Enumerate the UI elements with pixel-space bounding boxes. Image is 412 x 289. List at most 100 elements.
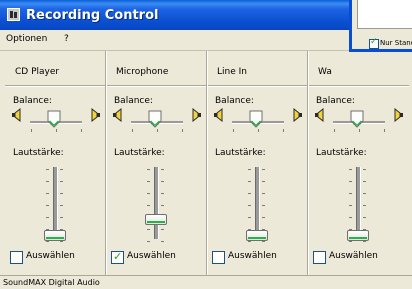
checkmark-icon: ✓	[113, 250, 123, 263]
channel-strip: Microphone Balance: Lautstärke: ✓ Auswählen	[106, 51, 207, 275]
channel-header: CD Player	[5, 51, 106, 86]
volume-label: Lautstärke:	[316, 148, 367, 158]
overlapping-dialog: ✓ Nur Standa	[349, 0, 412, 52]
mixer-icon	[7, 8, 20, 21]
volume-tick	[349, 193, 352, 194]
volume-slider-track[interactable]	[255, 167, 260, 239]
volume-tick	[248, 169, 251, 170]
balance-tick	[233, 129, 234, 132]
channel-strip: Wa Balance: Lautstärke: Auswählen	[308, 51, 409, 275]
balance-label: Balance:	[13, 96, 52, 106]
speaker-left-icon	[11, 107, 25, 123]
window-title: Recording Control	[26, 8, 159, 23]
channel-strip: Line In Balance: Lautstärke: Auswählen	[207, 51, 308, 275]
balance-tick	[258, 129, 259, 132]
volume-label: Lautstärke:	[215, 148, 266, 158]
volume-tick	[161, 193, 164, 194]
balance-tick	[157, 129, 158, 132]
volume-tick	[349, 241, 352, 242]
volume-slider-thumb[interactable]	[347, 230, 369, 241]
select-checkbox[interactable]	[10, 251, 23, 264]
volume-tick	[349, 181, 352, 182]
menu-help[interactable]: ?	[64, 34, 69, 44]
volume-slider-track[interactable]	[356, 167, 361, 239]
volume-label: Lautstärke:	[114, 148, 165, 158]
volume-tick	[46, 169, 49, 170]
volume-tick	[262, 169, 265, 170]
default-only-label: Nur Standa	[380, 39, 412, 47]
volume-tick	[46, 193, 49, 194]
volume-tick	[248, 241, 251, 242]
select-checkbox[interactable]	[212, 251, 225, 264]
volume-tick	[363, 241, 366, 242]
speaker-left-icon	[213, 107, 227, 123]
volume-tick	[46, 181, 49, 182]
volume-tick	[161, 181, 164, 182]
volume-tick	[60, 181, 63, 182]
volume-tick	[262, 181, 265, 182]
speaker-right-icon	[188, 107, 202, 123]
volume-slider-thumb[interactable]	[145, 214, 167, 225]
volume-tick	[262, 217, 265, 218]
volume-tick	[248, 181, 251, 182]
balance-tick	[31, 129, 32, 132]
channel-header: Wa	[308, 51, 409, 86]
volume-tick	[161, 241, 164, 242]
volume-tick	[248, 193, 251, 194]
speaker-right-icon	[289, 107, 303, 123]
dialog-content-area	[357, 0, 412, 29]
speaker-left-icon	[112, 107, 126, 123]
balance-slider-thumb[interactable]	[47, 110, 61, 128]
volume-tick	[46, 217, 49, 218]
balance-tick	[81, 129, 82, 132]
volume-tick	[349, 205, 352, 206]
volume-tick	[147, 241, 150, 242]
channel-name: Microphone	[116, 67, 169, 77]
balance-tick	[283, 129, 284, 132]
volume-tick	[248, 205, 251, 206]
volume-tick	[60, 193, 63, 194]
select-label: Auswählen	[228, 251, 277, 261]
menu-optionen[interactable]: Optionen	[6, 34, 47, 44]
volume-tick	[349, 217, 352, 218]
select-label: Auswählen	[329, 251, 378, 261]
volume-tick	[46, 241, 49, 242]
volume-tick	[363, 205, 366, 206]
volume-tick	[363, 181, 366, 182]
channel-strip: CD Player Balance: Lautstärke: Auswählen	[5, 51, 106, 275]
volume-tick	[363, 169, 366, 170]
balance-tick	[56, 129, 57, 132]
volume-tick	[262, 241, 265, 242]
balance-tick	[359, 129, 360, 132]
balance-slider-thumb[interactable]	[148, 110, 162, 128]
volume-tick	[60, 205, 63, 206]
volume-tick	[147, 181, 150, 182]
balance-slider-thumb[interactable]	[350, 110, 364, 128]
default-only-checkbox[interactable]: ✓	[369, 37, 379, 49]
volume-slider-thumb[interactable]	[44, 230, 66, 241]
volume-tick	[60, 241, 63, 242]
channel-separator	[105, 51, 106, 275]
volume-tick	[46, 205, 49, 206]
status-bar: SoundMAX Digital Audio	[0, 275, 412, 289]
volume-slider-track[interactable]	[53, 167, 58, 239]
select-checkbox[interactable]: ✓	[111, 250, 124, 264]
channel-separator	[206, 51, 207, 275]
volume-tick	[147, 229, 150, 230]
volume-tick	[60, 169, 63, 170]
volume-slider-track[interactable]	[154, 167, 159, 239]
volume-tick	[161, 205, 164, 206]
volume-tick	[60, 217, 63, 218]
volume-tick	[147, 193, 150, 194]
volume-tick	[349, 169, 352, 170]
volume-tick	[248, 217, 251, 218]
select-checkbox[interactable]	[313, 251, 326, 264]
volume-tick	[147, 205, 150, 206]
volume-tick	[161, 229, 164, 230]
volume-tick	[161, 169, 164, 170]
balance-label: Balance:	[215, 96, 254, 106]
balance-tick	[384, 129, 385, 132]
balance-slider-thumb[interactable]	[249, 110, 263, 128]
select-label: Auswählen	[26, 251, 75, 261]
volume-slider-thumb[interactable]	[246, 230, 268, 241]
